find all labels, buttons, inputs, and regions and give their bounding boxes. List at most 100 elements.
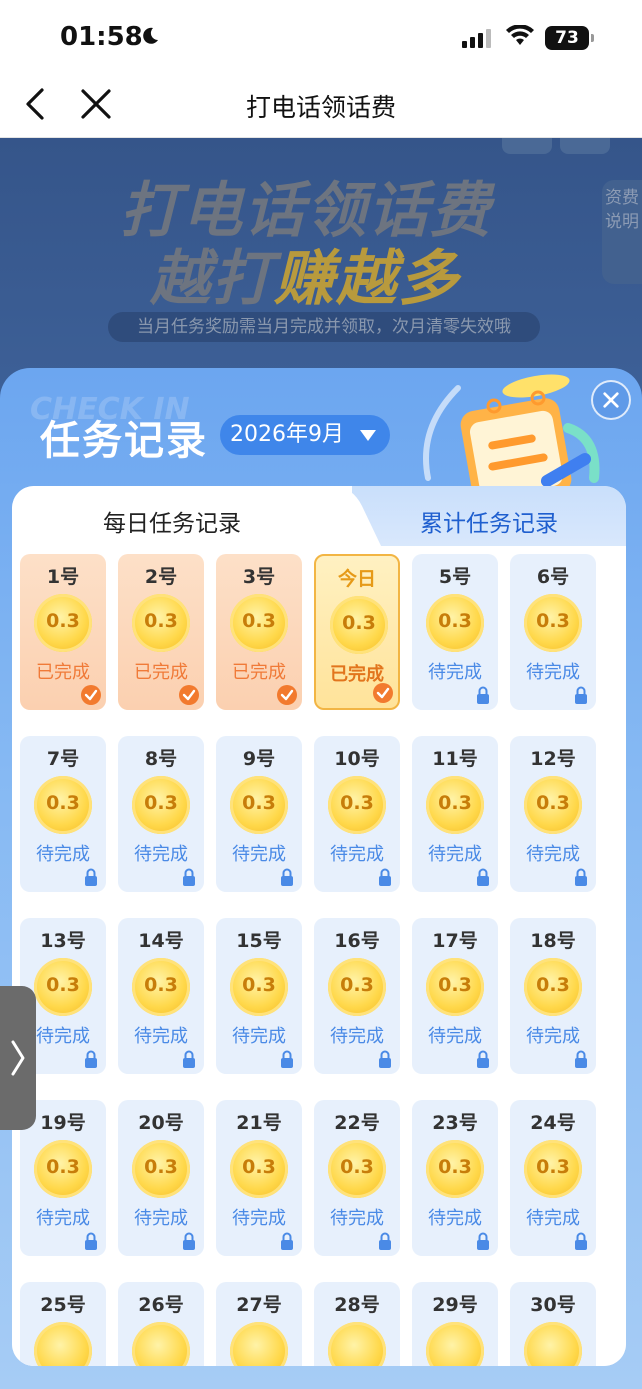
reward-amount: 0.3 xyxy=(242,974,276,996)
day-label: 26号 xyxy=(138,1294,184,1316)
day-cell[interactable]: 14号 0.3 待完成 xyxy=(118,918,204,1074)
day-status: 待完成 xyxy=(232,844,286,865)
day-cell[interactable]: 20号 0.3 待完成 xyxy=(118,1100,204,1256)
day-cell[interactable]: 今日 0.3 已完成 xyxy=(314,554,400,710)
chevron-right-icon xyxy=(11,1040,25,1076)
month-value: 2026年9月 xyxy=(230,422,344,447)
day-status: 待完成 xyxy=(134,1026,188,1047)
coin-icon: 0.3 xyxy=(524,1140,582,1198)
coin-icon: 0.3 xyxy=(330,596,388,654)
day-cell[interactable]: 26号 xyxy=(118,1282,204,1366)
day-label: 11号 xyxy=(432,748,478,770)
caret-down-icon xyxy=(360,430,376,441)
day-label: 9号 xyxy=(242,748,276,770)
day-label: 14号 xyxy=(138,930,184,952)
coin-icon: 0.3 xyxy=(34,776,92,834)
day-cell[interactable]: 7号 0.3 待完成 xyxy=(20,736,106,892)
reward-amount: 0.3 xyxy=(144,974,178,996)
coin-icon xyxy=(328,1322,386,1366)
battery-level: 73 xyxy=(545,26,589,50)
day-cell[interactable]: 25号 xyxy=(20,1282,106,1366)
coin-icon: 0.3 xyxy=(426,594,484,652)
lock-icon xyxy=(570,1048,592,1070)
day-label: 16号 xyxy=(334,930,380,952)
day-cell[interactable]: 9号 0.3 待完成 xyxy=(216,736,302,892)
day-label: 12号 xyxy=(530,748,576,770)
coin-icon: 0.3 xyxy=(328,958,386,1016)
coin-icon xyxy=(230,1322,288,1366)
day-status: 待完成 xyxy=(36,1208,90,1229)
day-status: 已完成 xyxy=(134,662,188,683)
coin-icon: 0.3 xyxy=(426,1140,484,1198)
day-cell[interactable]: 1号 0.3 已完成 xyxy=(20,554,106,710)
tab-cumulative-records[interactable]: 累计任务记录 xyxy=(352,504,626,538)
day-cell[interactable]: 21号 0.3 待完成 xyxy=(216,1100,302,1256)
day-cell[interactable]: 27号 xyxy=(216,1282,302,1366)
day-cell[interactable]: 28号 xyxy=(314,1282,400,1366)
lock-icon xyxy=(178,1230,200,1252)
day-status: 待完成 xyxy=(134,1208,188,1229)
month-selector[interactable]: 2026年9月 xyxy=(220,415,390,455)
coin-icon: 0.3 xyxy=(524,958,582,1016)
reward-amount: 0.3 xyxy=(536,974,570,996)
day-status: 待完成 xyxy=(330,1208,384,1229)
day-cell[interactable]: 10号 0.3 待完成 xyxy=(314,736,400,892)
day-status: 待完成 xyxy=(134,844,188,865)
day-status: 待完成 xyxy=(36,844,90,865)
reward-amount: 0.3 xyxy=(340,1156,374,1178)
day-cell[interactable]: 15号 0.3 待完成 xyxy=(216,918,302,1074)
side-drawer-handle[interactable] xyxy=(0,986,36,1130)
day-cell[interactable]: 11号 0.3 待完成 xyxy=(412,736,498,892)
day-cell[interactable]: 18号 0.3 待完成 xyxy=(510,918,596,1074)
lock-icon xyxy=(80,866,102,888)
day-cell[interactable]: 16号 0.3 待完成 xyxy=(314,918,400,1074)
reward-amount: 0.3 xyxy=(46,792,80,814)
reward-amount: 0.3 xyxy=(438,610,472,632)
day-cell[interactable]: 6号 0.3 待完成 xyxy=(510,554,596,710)
day-label: 22号 xyxy=(334,1112,380,1134)
status-bar: 01:58 73 xyxy=(0,0,642,70)
day-cell[interactable]: 30号 xyxy=(510,1282,596,1366)
lock-icon xyxy=(570,1230,592,1252)
day-status: 待完成 xyxy=(428,662,482,683)
reward-amount: 0.3 xyxy=(242,1156,276,1178)
day-label: 30号 xyxy=(530,1294,576,1316)
day-label: 1号 xyxy=(46,566,80,588)
day-cell[interactable]: 8号 0.3 待完成 xyxy=(118,736,204,892)
lock-icon xyxy=(178,866,200,888)
day-label: 17号 xyxy=(432,930,478,952)
day-cell[interactable]: 3号 0.3 已完成 xyxy=(216,554,302,710)
close-sheet-icon[interactable] xyxy=(591,380,631,420)
reward-amount: 0.3 xyxy=(46,974,80,996)
reward-amount: 0.3 xyxy=(340,792,374,814)
nav-bar: 打电话领话费 xyxy=(0,70,642,138)
day-cell[interactable]: 24号 0.3 待完成 xyxy=(510,1100,596,1256)
reward-amount: 0.3 xyxy=(242,792,276,814)
day-cell[interactable]: 22号 0.3 待完成 xyxy=(314,1100,400,1256)
coin-icon: 0.3 xyxy=(426,958,484,1016)
fee-info-tab[interactable]: 资费说明 xyxy=(602,180,642,284)
tab-daily-records[interactable]: 每日任务记录 xyxy=(12,504,332,538)
day-cell[interactable]: 23号 0.3 待完成 xyxy=(412,1100,498,1256)
lock-icon xyxy=(472,684,494,706)
day-label: 7号 xyxy=(46,748,80,770)
day-cell[interactable]: 2号 0.3 已完成 xyxy=(118,554,204,710)
reward-amount: 0.3 xyxy=(340,974,374,996)
day-cell[interactable]: 17号 0.3 待完成 xyxy=(412,918,498,1074)
day-cell[interactable]: 5号 0.3 待完成 xyxy=(412,554,498,710)
day-status: 已完成 xyxy=(232,662,286,683)
coin-icon xyxy=(34,1322,92,1366)
day-label: 25号 xyxy=(40,1294,86,1316)
lock-icon xyxy=(276,866,298,888)
day-label: 29号 xyxy=(432,1294,478,1316)
coin-icon: 0.3 xyxy=(230,958,288,1016)
day-cell[interactable]: 29号 xyxy=(412,1282,498,1366)
day-cell[interactable]: 12号 0.3 待完成 xyxy=(510,736,596,892)
banner-button xyxy=(560,138,610,154)
reward-amount: 0.3 xyxy=(438,974,472,996)
page-title: 打电话领话费 xyxy=(245,93,396,122)
day-label: 10号 xyxy=(334,748,380,770)
lock-icon xyxy=(276,1230,298,1252)
day-label: 2号 xyxy=(144,566,178,588)
coin-icon: 0.3 xyxy=(230,776,288,834)
